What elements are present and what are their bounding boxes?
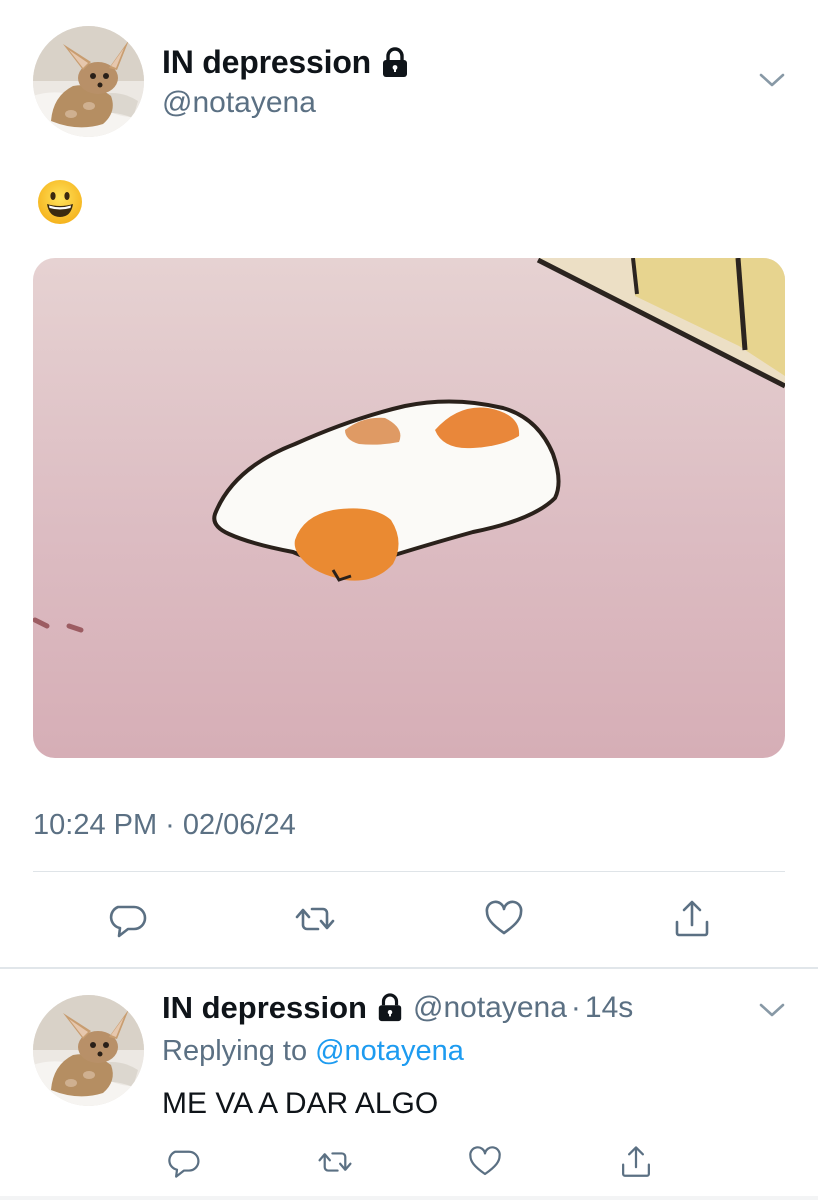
- tweet-action-bar: [0, 893, 818, 945]
- reply-header[interactable]: IN depression @notayena · 14s: [162, 990, 633, 1026]
- divider: [0, 967, 818, 969]
- divider: [0, 1196, 818, 1200]
- share-icon: [622, 1146, 650, 1177]
- author-handle[interactable]: @notayena: [162, 86, 316, 120]
- retweet-icon: [318, 1152, 352, 1172]
- divider: [33, 871, 785, 872]
- reply-button[interactable]: [101, 893, 153, 945]
- lock-icon: [376, 993, 404, 1023]
- comment-icon: [109, 905, 147, 938]
- tweet-timestamp[interactable]: 10:24 PM · 02/06/24: [33, 809, 296, 842]
- replying-to-label: Replying to: [162, 1035, 308, 1067]
- replying-to-mention[interactable]: @notayena: [315, 1035, 464, 1067]
- retweet-button[interactable]: [289, 893, 341, 945]
- share-button[interactable]: [666, 893, 718, 945]
- fennec-fox-avatar-icon: [33, 26, 144, 137]
- replying-to-line: Replying to @notayena: [162, 1035, 464, 1068]
- reply-age: 14s: [584, 991, 634, 1024]
- tweet-time: 10:24 PM: [33, 809, 158, 841]
- heart-icon: [469, 1146, 501, 1176]
- like-button[interactable]: [478, 893, 530, 945]
- grinning-face-emoji-icon: [36, 178, 84, 226]
- avatar[interactable]: [33, 26, 144, 137]
- reply-separator: ·: [570, 991, 581, 1024]
- reply-author-name: IN depression: [162, 990, 367, 1025]
- chevron-down-icon[interactable]: [758, 1000, 786, 1020]
- fennec-fox-avatar-icon: [33, 995, 144, 1106]
- tweet-media-image[interactable]: [33, 258, 785, 758]
- like-button[interactable]: [463, 1140, 507, 1184]
- author-name-text: IN depression: [162, 44, 372, 80]
- reply-avatar[interactable]: [33, 995, 144, 1106]
- chevron-down-icon[interactable]: [758, 70, 786, 90]
- timestamp-separator: ·: [165, 809, 175, 841]
- reply-text: ME VA A DAR ALGO: [162, 1087, 439, 1120]
- tweet-date: 02/06/24: [182, 809, 296, 841]
- author-display-name[interactable]: IN depression: [162, 44, 410, 81]
- retweet-button[interactable]: [313, 1140, 357, 1184]
- reply-action-bar: [0, 1140, 818, 1184]
- share-button[interactable]: [614, 1140, 658, 1184]
- reply-button[interactable]: [161, 1140, 205, 1184]
- retweet-icon: [295, 907, 335, 931]
- share-icon: [675, 900, 709, 937]
- tweet-detail-screen: IN depression @notayena 10:24 PM · 02/06…: [0, 0, 818, 1200]
- reply-author-handle: @notayena: [413, 991, 567, 1024]
- heart-icon: [485, 900, 523, 935]
- comment-icon: [168, 1150, 200, 1178]
- cartoon-cat-image-icon: [33, 258, 785, 758]
- lock-icon: [380, 46, 410, 79]
